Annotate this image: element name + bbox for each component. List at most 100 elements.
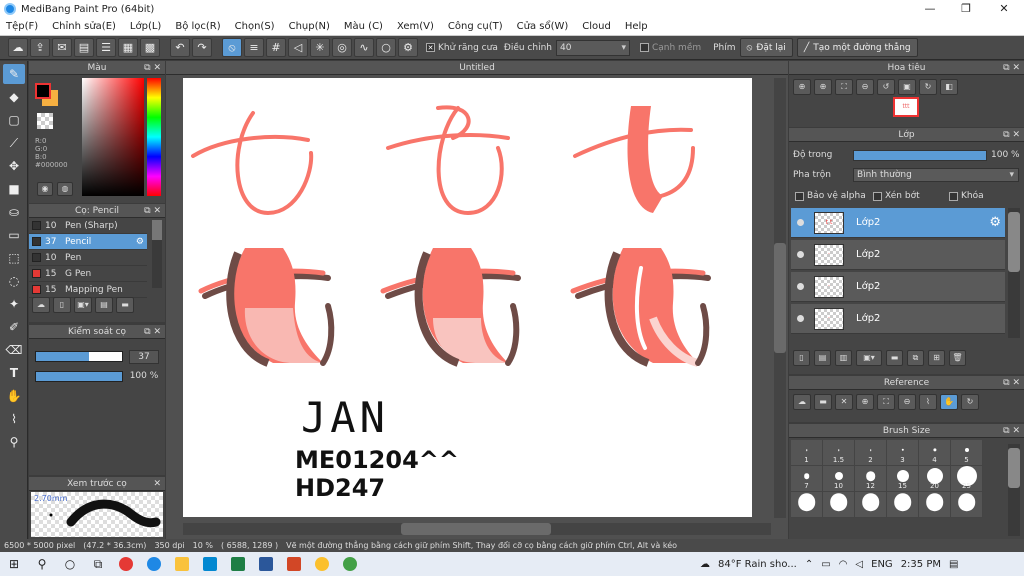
menu-layer[interactable]: Lớp(L) — [130, 21, 161, 32]
brush-size-cell[interactable] — [919, 492, 951, 518]
vanish-snap-icon[interactable]: ◁ — [288, 38, 308, 57]
cloud-download-icon[interactable]: ☁ — [32, 297, 50, 313]
blend-mode-select[interactable]: Bình thường — [853, 168, 1019, 182]
brush-size-cell[interactable]: 5 — [951, 440, 983, 466]
fit-icon[interactable]: ⛶ — [877, 394, 895, 410]
brush-size-value[interactable]: 37 — [129, 350, 159, 364]
network-icon[interactable]: ▭ — [821, 559, 830, 570]
layer-folder-icon[interactable]: ▬ — [886, 350, 903, 366]
duplicate-layer-icon[interactable]: ⧉ — [907, 350, 924, 366]
adjust-select[interactable]: 40 — [555, 39, 630, 56]
brush-settings-icon[interactable]: ▤ — [95, 297, 113, 313]
new-layer-icon[interactable]: ▯ — [793, 350, 810, 366]
brush-size-cell[interactable] — [855, 492, 887, 518]
brush-size-cell[interactable]: 25 — [951, 466, 983, 492]
layer-settings-icon[interactable]: ⚙ — [989, 215, 1001, 230]
weather-text[interactable]: 84°F Rain sho... — [718, 559, 797, 570]
delete-layer-icon[interactable]: 🗑 — [949, 350, 966, 366]
brush-list-item[interactable]: 15 G Pen — [29, 266, 147, 282]
visibility-icon[interactable] — [797, 315, 804, 322]
palette-icon[interactable]: ◉ — [37, 182, 53, 196]
chat-icon[interactable]: ▤ — [74, 38, 94, 57]
panel-close-icon[interactable]: ⧉ ✕ — [1003, 376, 1020, 390]
panel-close-icon[interactable]: ⧉ ✕ — [144, 61, 161, 75]
menu-edit[interactable]: Chỉnh sửa(E) — [52, 21, 116, 32]
color-swap-icon[interactable]: ◍ — [57, 182, 73, 196]
drawing-canvas[interactable]: JAN ME01204^^ HD247 — [183, 78, 752, 517]
cortana-icon[interactable]: ○ — [56, 552, 84, 576]
menu-cloud[interactable]: Cloud — [582, 21, 611, 32]
panel-layout-icon[interactable]: ▩ — [140, 38, 160, 57]
task-view-icon[interactable]: ⧉ — [84, 552, 112, 576]
zoom-in-icon[interactable]: ⊕ — [856, 394, 874, 410]
snap-off-icon[interactable]: ⦸ — [222, 38, 242, 57]
eraser-tool-icon[interactable]: ◆ — [3, 87, 25, 107]
maximize-button[interactable]: ❐ — [948, 0, 984, 18]
canvas-horizontal-scrollbar[interactable] — [183, 523, 771, 535]
brush-size-cell[interactable]: 1 — [791, 440, 823, 466]
search-icon[interactable]: ⚲ — [28, 552, 56, 576]
flip-icon[interactable]: ◧ — [940, 79, 958, 95]
antialias-checkbox[interactable]: ✕ — [426, 43, 435, 52]
volume-icon[interactable]: ◁ — [855, 559, 863, 570]
zoom-out-icon[interactable]: ⊖ — [898, 394, 916, 410]
soft-edge-toggle[interactable]: Cạnh mềm — [639, 43, 701, 53]
open-folder-icon[interactable]: ▬ — [814, 394, 832, 410]
move-tool-icon[interactable]: ✥ — [3, 156, 25, 176]
settings-snap-icon[interactable]: ⚙ — [398, 38, 418, 57]
transparent-swatch[interactable] — [37, 113, 53, 129]
grid-panel-icon[interactable]: ▦ — [118, 38, 138, 57]
brush-list-item[interactable]: 15 Mapping Pen — [29, 282, 147, 298]
cross-snap-icon[interactable]: # — [266, 38, 286, 57]
brush-list-item[interactable]: 10 Pen (Sharp) — [29, 218, 147, 234]
foreground-swatch[interactable] — [35, 83, 51, 99]
menu-tools[interactable]: Công cụ(T) — [448, 21, 503, 32]
hand-icon[interactable]: ✋ — [940, 394, 958, 410]
rotate-right-icon[interactable]: ↻ — [919, 79, 937, 95]
file-explorer-icon[interactable] — [168, 552, 196, 576]
chrome-app-icon[interactable] — [112, 552, 140, 576]
panel-close-icon[interactable]: ⧉ ✕ — [1003, 128, 1020, 142]
circle-snap-icon[interactable]: ◎ — [332, 38, 352, 57]
visibility-icon[interactable] — [797, 251, 804, 258]
text-tool-icon[interactable]: T — [3, 363, 25, 383]
panel-close-icon[interactable]: ⧉ ✕ — [1003, 61, 1020, 75]
hue-slider[interactable] — [147, 78, 161, 196]
new-halftone-layer-icon[interactable]: ▤ — [814, 350, 831, 366]
dropper-icon[interactable]: ⌇ — [919, 394, 937, 410]
close-button[interactable]: ✕ — [986, 0, 1022, 18]
fit-icon[interactable]: ⛶ — [835, 79, 853, 95]
bucket-tool-icon[interactable]: ⛀ — [3, 202, 25, 222]
layer-item[interactable]: · Lớp2 — [791, 304, 1005, 334]
lasso-tool-icon[interactable]: ◌ — [3, 271, 25, 291]
visibility-icon[interactable] — [797, 283, 804, 290]
brush-size-cell[interactable]: 1.5 — [823, 440, 855, 466]
brush-size-cell[interactable]: 15 — [887, 466, 919, 492]
ring-snap-icon[interactable]: ○ — [376, 38, 396, 57]
new-8bit-layer-icon[interactable]: ▥ — [835, 350, 852, 366]
tray-arrow-icon[interactable]: ⌃ — [805, 559, 813, 570]
clock[interactable]: 2:35 PM — [901, 559, 941, 570]
edge-app-icon[interactable] — [140, 552, 168, 576]
navigator-thumbnail[interactable]: ttt — [893, 97, 919, 117]
brush-tool-icon[interactable]: ✎ — [3, 64, 25, 84]
clip-checkbox[interactable] — [873, 191, 882, 201]
radial-snap-icon[interactable]: ✳ — [310, 38, 330, 57]
protect-alpha-toggle[interactable]: Bảo vệ alpha — [795, 191, 866, 201]
new-brush-icon[interactable]: ▯ — [53, 297, 71, 313]
select-pen-tool-icon[interactable]: ✐ — [3, 317, 25, 337]
hand-tool-icon[interactable]: ✋ — [3, 386, 25, 406]
layer-opacity-slider[interactable] — [853, 150, 987, 161]
rotate-icon[interactable]: ↻ — [961, 394, 979, 410]
notification-icon[interactable]: ▤ — [949, 559, 958, 570]
language-indicator[interactable]: ENG — [871, 559, 893, 570]
minimize-button[interactable]: — — [912, 0, 948, 18]
brush-size-cell[interactable]: 12 — [855, 466, 887, 492]
canvas-vertical-scrollbar[interactable] — [774, 78, 786, 518]
brush-size-cell[interactable]: 20 — [919, 466, 951, 492]
fill-rect-tool-icon[interactable]: ■ — [3, 179, 25, 199]
saturation-value-picker[interactable] — [82, 78, 144, 196]
select-eraser-tool-icon[interactable]: ⌫ — [3, 340, 25, 360]
windows-start-icon[interactable]: ⊞ — [0, 552, 28, 576]
menu-color[interactable]: Màu (C) — [344, 21, 383, 32]
